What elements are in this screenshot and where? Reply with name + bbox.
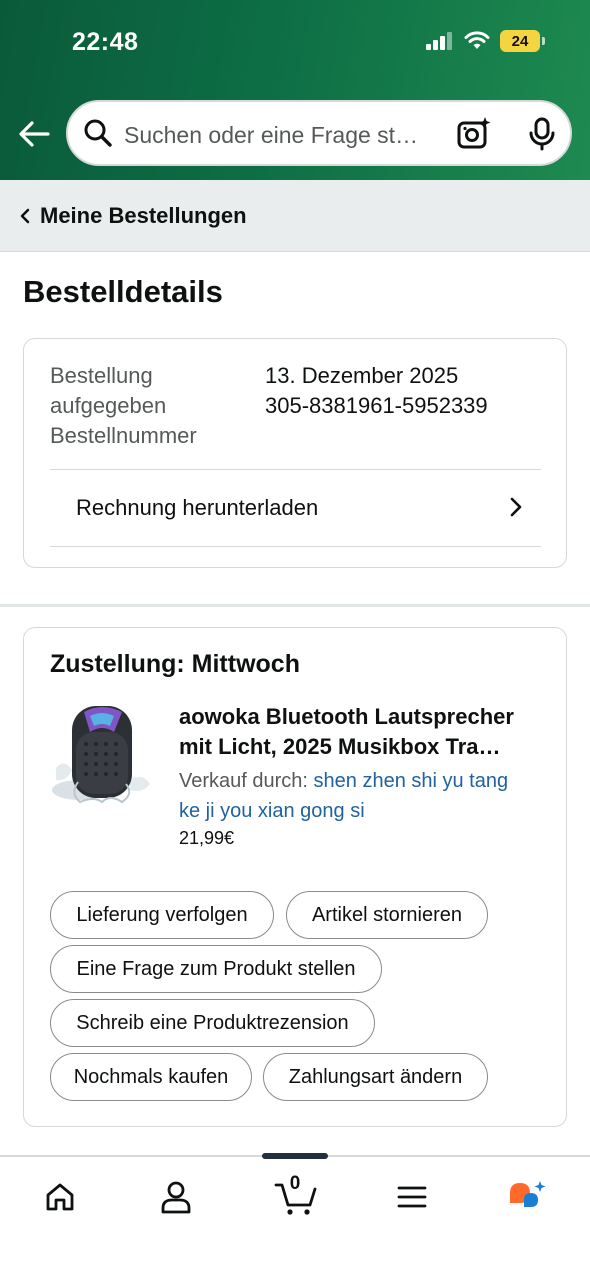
product-title[interactable]: aowoka Bluetooth Lautsprecher mit Licht,…: [179, 702, 549, 762]
buy-again-button[interactable]: Nochmals kaufen: [50, 1053, 252, 1101]
order-label-line: Bestellnummer: [50, 423, 197, 448]
seller-prefix: Verkauf durch:: [179, 770, 314, 792]
order-number: 305-8381961-5952339: [265, 393, 488, 418]
status-time: 22:48: [72, 28, 139, 56]
cellular-signal-icon: [426, 32, 452, 50]
product-title-line[interactable]: aowoka Bluetooth Lautsprecher: [179, 702, 549, 732]
bottom-nav: 0: [0, 1153, 590, 1280]
nav-account[interactable]: [156, 1177, 196, 1217]
bluetooth-speaker-image[interactable]: [50, 698, 154, 806]
search-input[interactable]: Suchen oder eine Frage st…: [124, 122, 436, 149]
arrow-left-icon: [19, 121, 50, 147]
order-labels: Bestellung aufgegeben Bestellnummer: [50, 361, 197, 451]
cart-count: 0: [289, 1173, 301, 1194]
order-label-line: aufgegeben: [50, 393, 167, 418]
rufus-icon: [510, 1181, 546, 1207]
status-icons: 24: [426, 30, 545, 52]
order-values: 13. Dezember 2025 305-8381961-5952339: [265, 361, 488, 421]
active-tab-indicator: [262, 1153, 328, 1159]
menu-icon: [397, 1186, 427, 1208]
page-title: Bestelldetails: [23, 274, 223, 309]
chevron-right-icon: [510, 497, 522, 517]
delivery-title: Zustellung: Mittwoch: [50, 650, 300, 678]
nav-rufus[interactable]: [508, 1177, 548, 1217]
account-icon: [161, 1181, 191, 1214]
microphone-icon[interactable]: [524, 116, 560, 152]
breadcrumb-label[interactable]: Meine Bestellungen: [40, 203, 247, 229]
search-icon: [84, 119, 112, 147]
download-invoice-row[interactable]: Rechnung herunterladen: [50, 470, 541, 546]
home-icon: [46, 1183, 74, 1211]
delivery-card: Zustellung: Mittwoch aowoka Bluetooth La…: [23, 627, 567, 1127]
header: 22:48 24 Suchen oder eine Frage st…: [0, 0, 590, 180]
back-button[interactable]: [16, 116, 52, 152]
section-separator: [0, 604, 590, 607]
nav-menu[interactable]: [392, 1177, 432, 1217]
product-title-line[interactable]: mit Licht, 2025 Musikbox Tra…: [179, 732, 549, 762]
seller-link[interactable]: shen zhen shi yu tang: [314, 770, 509, 792]
battery-indicator: 24: [500, 30, 545, 52]
change-payment-button[interactable]: Zahlungsart ändern: [263, 1053, 488, 1101]
breadcrumb[interactable]: Meine Bestellungen: [0, 180, 590, 252]
seller-info: Verkauf durch: shen zhen shi yu tang ke …: [179, 766, 549, 826]
order-label-line: Bestellung: [50, 363, 153, 388]
camera-search-icon[interactable]: [456, 116, 492, 152]
download-invoice-label: Rechnung herunterladen: [76, 495, 319, 520]
order-summary-card: Bestellung aufgegeben Bestellnummer 13. …: [23, 338, 567, 568]
divider: [50, 546, 541, 547]
track-delivery-button[interactable]: Lieferung verfolgen: [50, 891, 274, 939]
nav-cart[interactable]: 0: [274, 1173, 318, 1217]
seller-link[interactable]: ke ji you xian gong si: [179, 800, 365, 822]
write-review-button[interactable]: Schreib eine Produktrezension: [50, 999, 375, 1047]
order-date: 13. Dezember 2025: [265, 363, 459, 388]
nav-home[interactable]: [40, 1177, 80, 1217]
search-bar[interactable]: Suchen oder eine Frage st…: [66, 100, 572, 166]
wifi-icon: [464, 31, 490, 49]
cancel-item-button[interactable]: Artikel stornieren: [286, 891, 488, 939]
chevron-left-icon: [20, 208, 30, 223]
product-price: 21,99€: [179, 828, 235, 848]
ask-product-question-button[interactable]: Eine Frage zum Produkt stellen: [50, 945, 382, 993]
